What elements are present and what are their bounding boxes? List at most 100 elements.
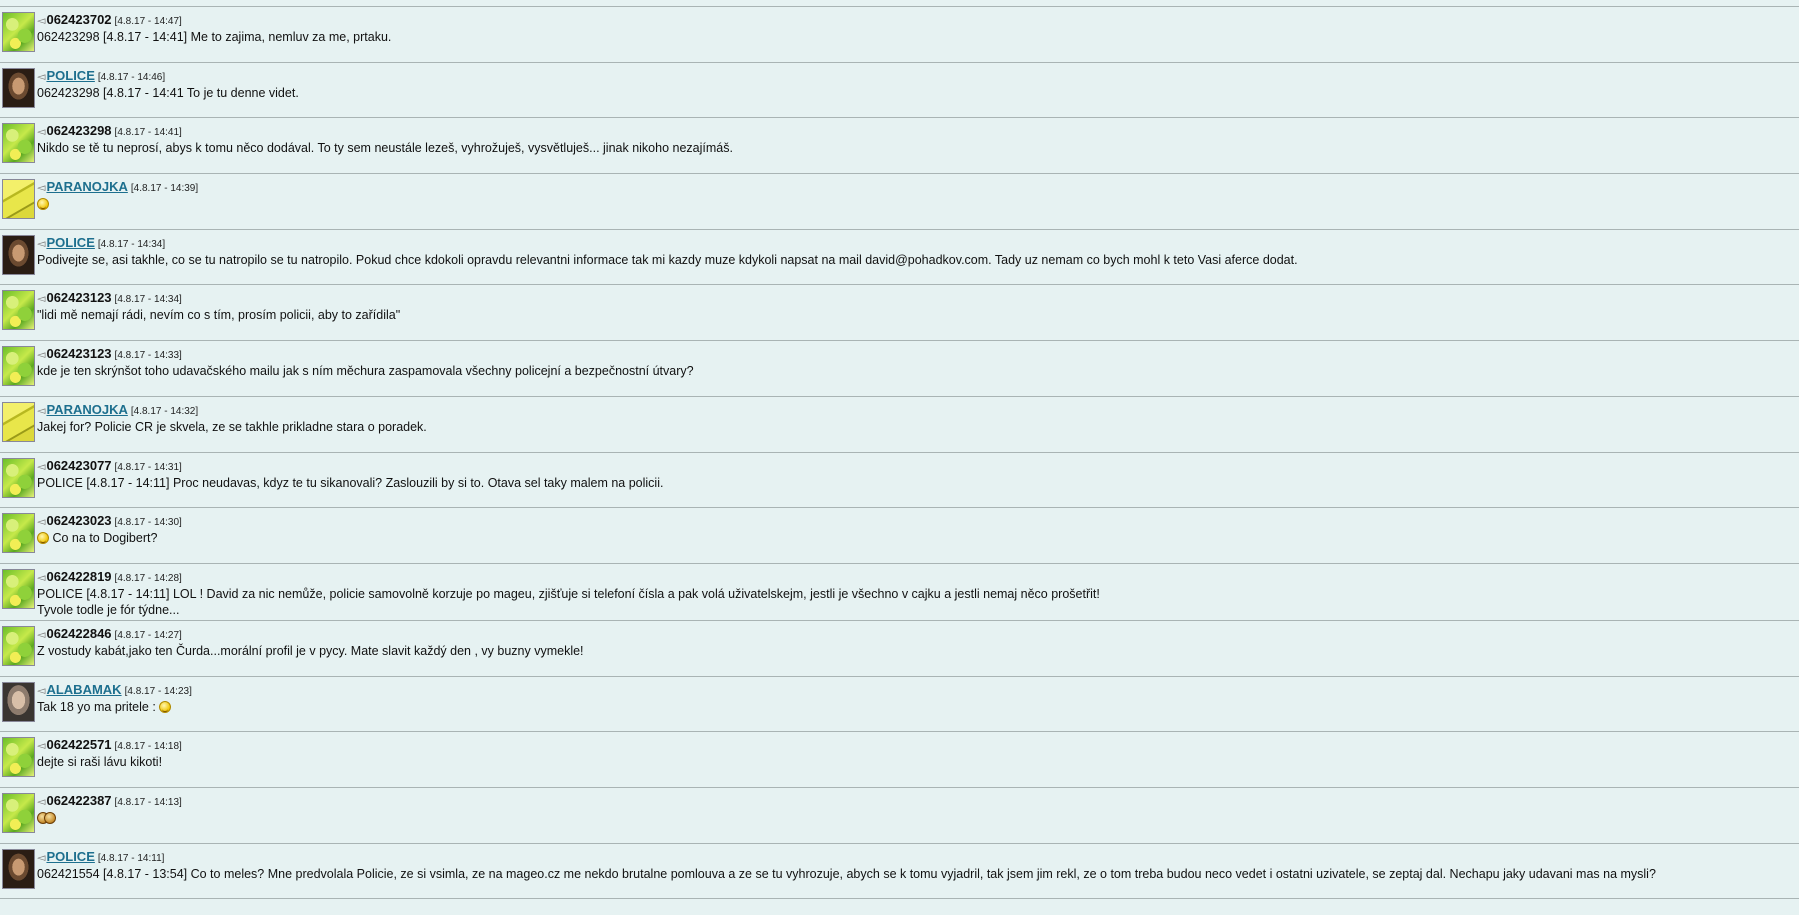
author-nick: 062422819 [46, 568, 112, 584]
author-nick: 062423123 [46, 290, 112, 306]
message-line: Z vostudy kabát,jako ten Čurda...morální… [37, 643, 584, 658]
avatar[interactable] [2, 457, 35, 498]
reply-icon[interactable]: ◅ [37, 796, 45, 808]
post-content: ◅POLICE [4.8.17 - 14:11] 062421554 [4.8.17… [37, 849, 1789, 882]
avatar[interactable] [2, 568, 35, 609]
message-text [37, 197, 1789, 212]
timestamp: [4.8.17 - 14:41] [114, 127, 182, 139]
post: ◅062423077 [4.8.17 - 14:31] POLICE [4.8.17… [0, 453, 1799, 508]
post-header: ◅062423123 [4.8.17 - 14:33] [37, 347, 1789, 363]
smiley-icon [37, 198, 49, 211]
timestamp: [4.8.17 - 14:47] [114, 16, 182, 27]
avatar[interactable] [2, 12, 35, 52]
post-header: ◅062423702 [4.8.17 - 14:47] [37, 13, 1789, 29]
post-content: ◅POLICE [4.8.17 - 14:34] Podivejte se, asi… [37, 235, 1789, 268]
reply-icon[interactable]: ◅ [37, 238, 45, 250]
post: ◅062422571 [4.8.17 - 14:18] dejte si raši … [0, 732, 1799, 787]
timestamp: [4.8.17 - 14:31] [114, 461, 182, 473]
timestamp: [4.8.17 - 14:27] [114, 629, 182, 641]
post-header: ◅062423023 [4.8.17 - 14:30] [37, 514, 1789, 530]
reply-icon[interactable]: ◅ [37, 15, 45, 27]
avatar[interactable] [2, 67, 35, 108]
post-content: ◅PARANOJKA [4.8.17 - 14:39] [37, 180, 1789, 212]
post: ◅PARANOJKA [4.8.17 - 14:39] [0, 174, 1799, 229]
avatar[interactable] [2, 346, 35, 387]
reply-icon[interactable]: ◅ [37, 572, 45, 584]
post: ◅PARANOJKA [4.8.17 - 14:32] Jakej for? Pol… [0, 397, 1799, 452]
post: ◅POLICE [4.8.17 - 14:46] 062423298 [4.8.17… [0, 63, 1799, 118]
message-text: 062423298 [4.8.17 - 14:41] Me to zajima,… [37, 30, 1789, 45]
post-content: ◅POLICE [4.8.17 - 14:46] 062423298 [4.8.17… [37, 68, 1789, 101]
post-header: ◅062423077 [4.8.17 - 14:31] [37, 457, 1789, 475]
reply-icon[interactable]: ◅ [37, 461, 45, 473]
post-header: ◅POLICE [4.8.17 - 14:46] [37, 68, 1789, 85]
avatar[interactable] [2, 401, 35, 442]
author-nick[interactable]: ALABAMAK [46, 682, 121, 697]
reply-icon[interactable]: ◅ [37, 293, 45, 305]
post-header: ◅062423298 [4.8.17 - 14:41] [37, 124, 1789, 140]
message-line: POLICE [4.8.17 - 14:11] LOL ! David za n… [37, 586, 1100, 601]
message-line: Tak 18 yo ma pritele : [37, 699, 160, 714]
reply-icon[interactable]: ◅ [37, 182, 45, 194]
post: ◅062422846 [4.8.17 - 14:27] Z vostudy kabá… [0, 621, 1799, 676]
message-text: Tak 18 yo ma pritele : [37, 700, 1789, 715]
message-line: 062423298 [4.8.17 - 14:41] Me to zajima,… [37, 30, 392, 44]
avatar[interactable] [2, 848, 35, 889]
reply-icon[interactable]: ◅ [37, 405, 45, 417]
post-content: ◅062423298 [4.8.17 - 14:41] Nikdo se tě tu… [37, 124, 1789, 156]
message-line: kde je ten skrýnšot toho udavačského mai… [37, 364, 694, 379]
message-text: POLICE [4.8.17 - 14:11] LOL ! David za n… [37, 587, 1789, 602]
timestamp: [4.8.17 - 14:34] [97, 238, 166, 250]
author-nick[interactable]: PARANOJKA [46, 402, 127, 417]
avatar[interactable] [2, 792, 35, 833]
post-content: ◅062422819 [4.8.17 - 14:28] POLICE [4.8.17… [37, 568, 1789, 618]
avatar[interactable] [2, 234, 35, 275]
author-nick: 062422571 [46, 737, 112, 753]
post: ◅062423123 [4.8.17 - 14:34] "lidi mě nemaj… [0, 285, 1799, 340]
avatar[interactable] [2, 625, 35, 666]
author-nick[interactable]: POLICE [46, 849, 94, 864]
timestamp: [4.8.17 - 14:39] [130, 183, 199, 195]
avatar[interactable] [2, 123, 35, 164]
message-line: Tyvole todle je fór týdne... [37, 602, 180, 617]
reply-icon[interactable]: ◅ [37, 71, 45, 83]
post: ◅POLICE [4.8.17 - 14:11] 062421554 [4.8.17… [0, 844, 1799, 899]
message-text: POLICE [4.8.17 - 14:11] Proc neudavas, k… [37, 476, 1789, 491]
reply-icon[interactable]: ◅ [37, 516, 45, 528]
reply-icon[interactable]: ◅ [37, 349, 45, 361]
post: ◅062423023 [4.8.17 - 14:30] Co na to Dogi… [0, 508, 1799, 563]
avatar[interactable] [2, 737, 35, 778]
avatar[interactable] [2, 179, 35, 220]
post-header: ◅062422846 [4.8.17 - 14:27] [37, 626, 1789, 643]
timestamp: [4.8.17 - 14:28] [114, 572, 182, 584]
avatar[interactable] [2, 290, 35, 331]
author-nick[interactable]: POLICE [46, 68, 94, 83]
avatar[interactable] [2, 681, 35, 722]
author-nick: 062423702 [46, 12, 112, 27]
author-nick: 062423077 [46, 457, 112, 473]
message-line: 062421554 [4.8.17 - 13:54] Co to meles? … [37, 866, 1656, 881]
reply-icon[interactable]: ◅ [37, 629, 45, 641]
author-nick[interactable]: PARANOJKA [46, 179, 127, 194]
message-line: POLICE [4.8.17 - 14:11] Proc neudavas, k… [37, 475, 664, 490]
post-content: ◅PARANOJKA [4.8.17 - 14:32] Jakej for? Pol… [37, 402, 1789, 435]
author-nick[interactable]: POLICE [46, 235, 94, 250]
reply-icon[interactable]: ◅ [37, 685, 45, 697]
post-header: ◅PARANOJKA [4.8.17 - 14:32] [37, 402, 1789, 419]
post-content: ◅062423123 [4.8.17 - 14:34] "lidi mě nemaj… [37, 291, 1789, 323]
message-text: Nikdo se tě tu neprosí, abys k tomu něco… [37, 141, 1789, 156]
timestamp: [4.8.17 - 14:33] [114, 350, 182, 362]
reply-icon[interactable]: ◅ [37, 126, 45, 138]
timestamp: [4.8.17 - 14:34] [114, 294, 182, 306]
reply-icon[interactable]: ◅ [37, 852, 45, 864]
timestamp: [4.8.17 - 14:18] [114, 741, 182, 753]
post-header: ◅062423123 [4.8.17 - 14:34] [37, 291, 1789, 307]
post-content: ◅062423702 [4.8.17 - 14:47] 062423298 [4.8… [37, 13, 1789, 45]
message-line: Co na to Dogibert? [52, 531, 158, 546]
reply-icon[interactable]: ◅ [37, 740, 45, 752]
post-content: ◅062423123 [4.8.17 - 14:33] kde je ten skr… [37, 347, 1789, 379]
avatar[interactable] [2, 513, 35, 554]
smiley-icon [159, 700, 172, 713]
message-text [37, 811, 1789, 827]
post: ◅062423123 [4.8.17 - 14:33] kde je ten skr… [0, 341, 1799, 396]
